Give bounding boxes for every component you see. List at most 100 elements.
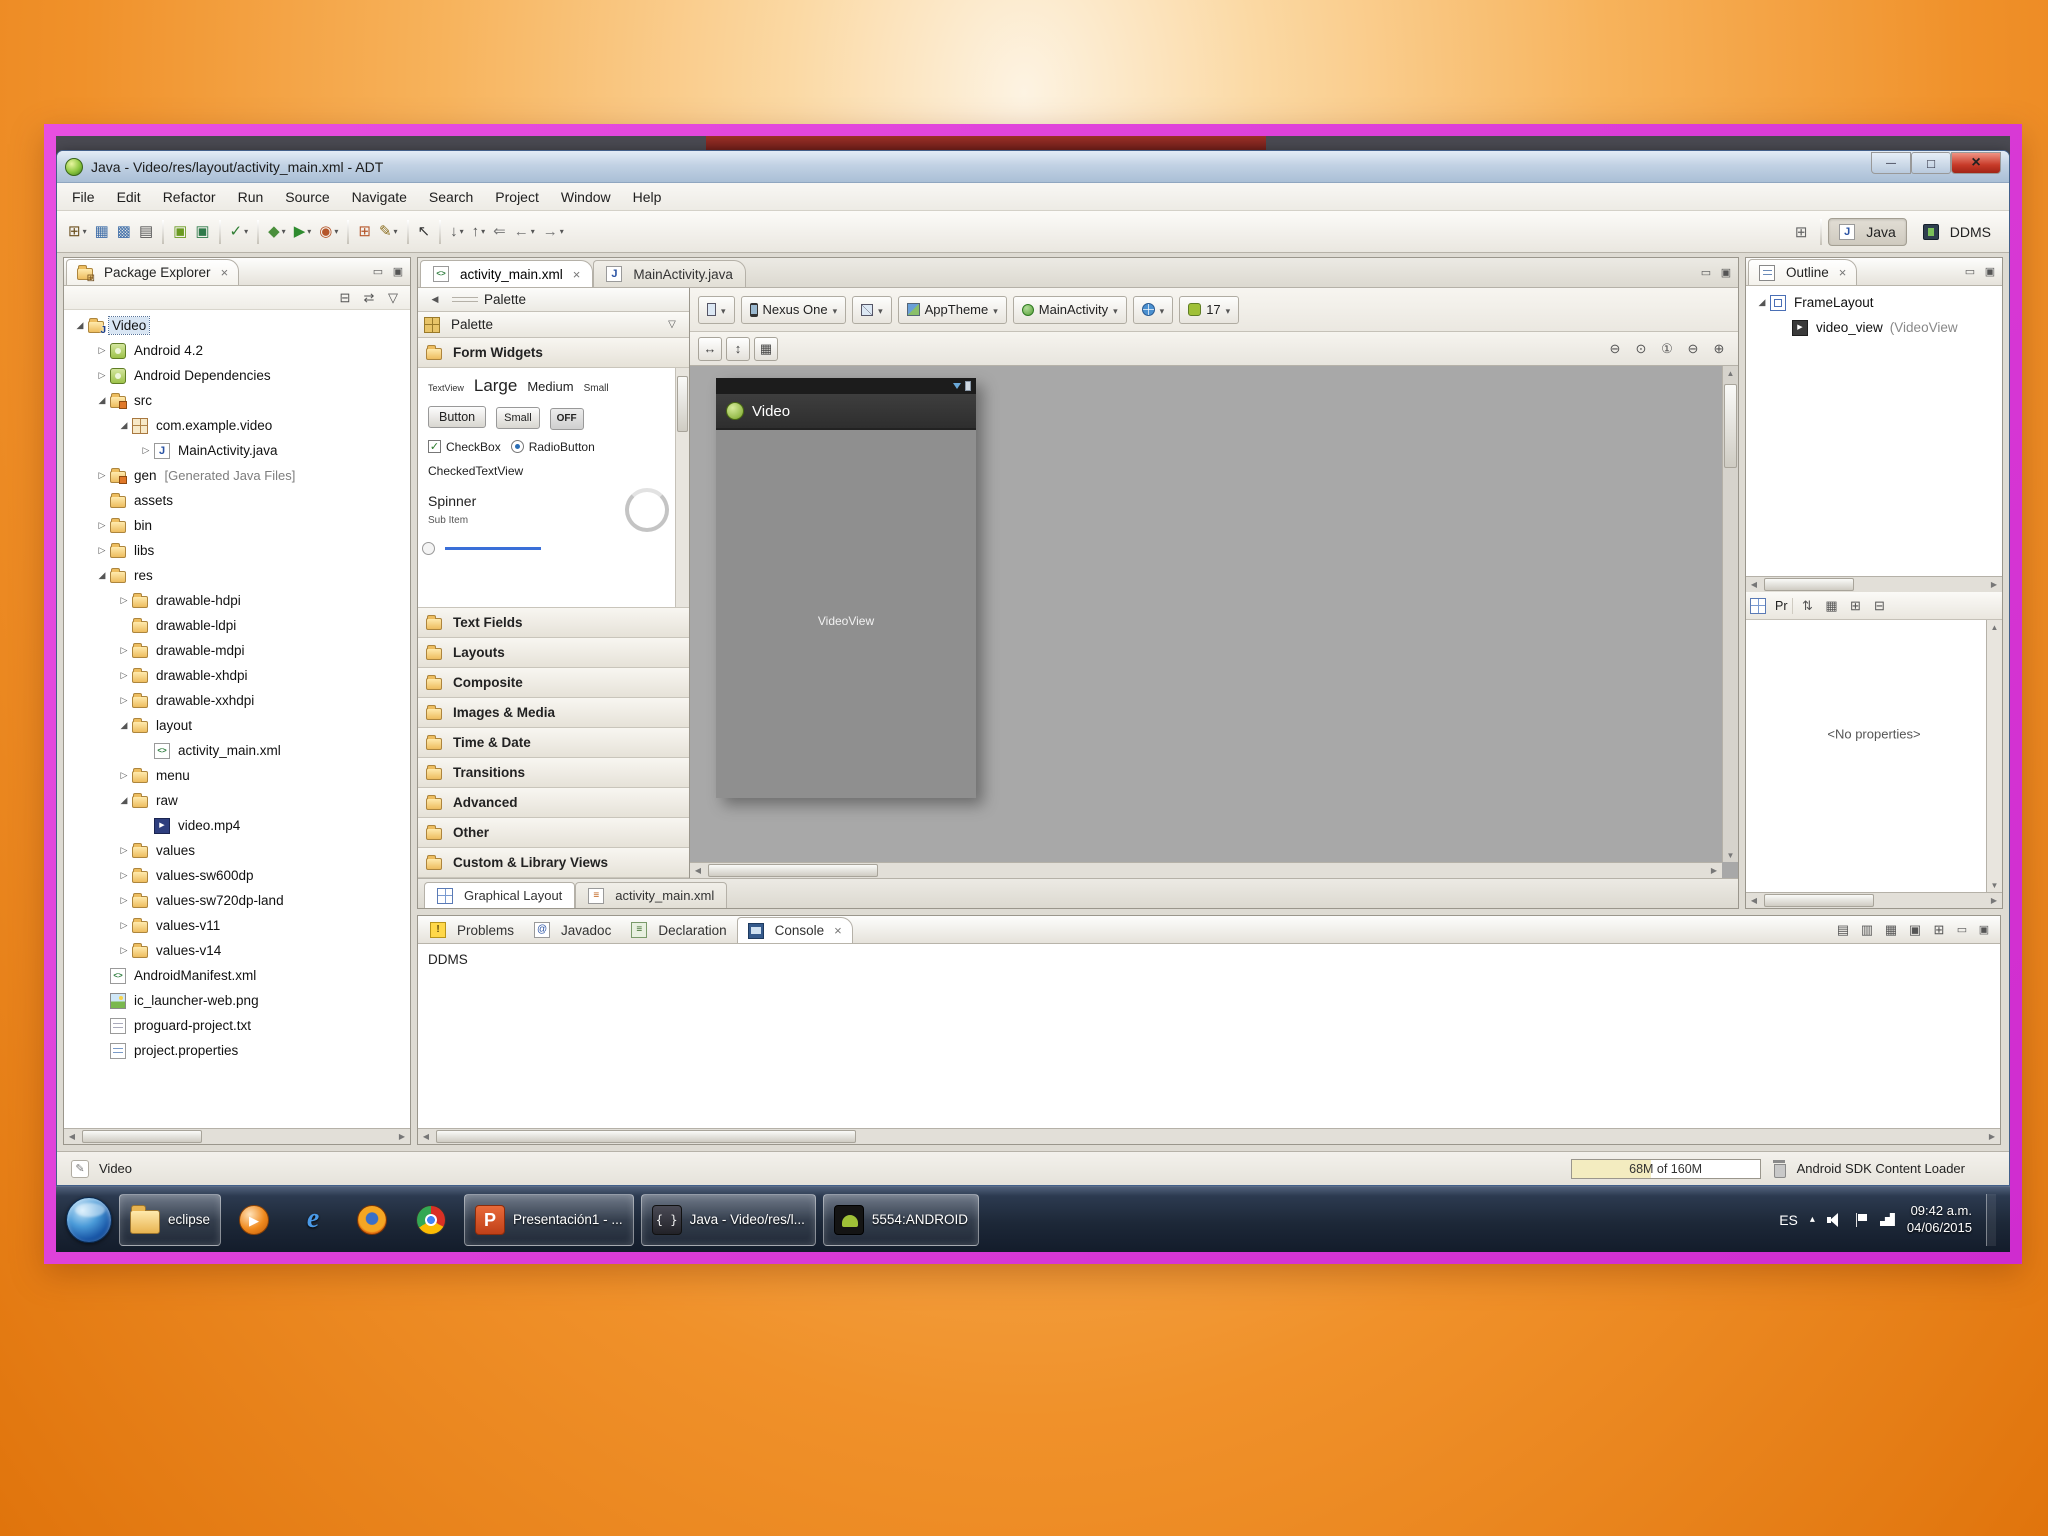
window-titlebar[interactable]: Java - Video/res/layout/activity_main.xm…: [57, 151, 2009, 183]
close-view-icon[interactable]: [217, 265, 229, 280]
twistie-icon[interactable]: ◢: [94, 395, 110, 406]
expand-all-icon[interactable]: ⊞: [1845, 595, 1867, 617]
zoom-100-icon[interactable]: ①: [1656, 338, 1678, 360]
verify-icon[interactable]: ✓: [227, 219, 252, 245]
tree-item[interactable]: ◢ src: [64, 388, 410, 413]
open-task-icon[interactable]: ✎: [376, 219, 401, 245]
volume-icon[interactable]: [1827, 1213, 1844, 1227]
tab-activity-main-xml[interactable]: activity_main.xml: [420, 260, 593, 287]
canvas-vscrollbar[interactable]: [1722, 366, 1738, 862]
theme-selector[interactable]: AppTheme: [898, 296, 1007, 324]
expand-canvas-icon[interactable]: ⊕: [1708, 338, 1730, 360]
zoom-fit-icon[interactable]: ⊙: [1630, 338, 1652, 360]
taskbar-chrome[interactable]: [405, 1194, 457, 1246]
minimize-view-icon[interactable]: [1952, 923, 1972, 936]
palette-category[interactable]: Composite: [418, 668, 689, 698]
design-canvas[interactable]: Video VideoView: [690, 366, 1738, 878]
twistie-icon[interactable]: ◢: [116, 420, 132, 431]
maximize-view-icon[interactable]: [388, 258, 408, 285]
perspective-java-button[interactable]: Java: [1828, 218, 1907, 246]
tree-item[interactable]: ▷ values-v14: [64, 938, 410, 963]
palette-category[interactable]: Layouts: [418, 638, 689, 668]
tab-javadoc[interactable]: Javadoc: [524, 917, 621, 943]
tree-item[interactable]: ▷ values-sw600dp: [64, 863, 410, 888]
prev-annotation-icon[interactable]: ↑: [469, 219, 489, 245]
palette-textview-medium[interactable]: Medium: [527, 379, 573, 394]
network-icon[interactable]: [1880, 1213, 1895, 1226]
select-tool-icon[interactable]: ↖: [415, 219, 434, 245]
config-selector[interactable]: [698, 296, 735, 324]
tree-item[interactable]: ▷ drawable-hdpi: [64, 588, 410, 613]
api-level-selector[interactable]: 17: [1179, 296, 1239, 324]
menu-item[interactable]: Refactor: [152, 183, 227, 210]
palette-grip[interactable]: [452, 297, 478, 302]
taskbar-powerpoint[interactable]: Presentación1 - ...: [464, 1194, 634, 1246]
tree-item[interactable]: AndroidManifest.xml: [64, 963, 410, 988]
tab-graphical-layout[interactable]: Graphical Layout: [424, 882, 575, 908]
palette-sub-item[interactable]: Sub Item: [428, 515, 476, 526]
scroll-left-icon[interactable]: [690, 866, 706, 875]
tree-item[interactable]: project.properties: [64, 1038, 410, 1063]
tree-item[interactable]: proguard-project.txt: [64, 1013, 410, 1038]
twistie-icon[interactable]: ▷: [116, 920, 132, 931]
taskbar-wmp[interactable]: [228, 1194, 280, 1246]
tree-item[interactable]: ▷ MainActivity.java: [64, 438, 410, 463]
tab-declaration[interactable]: Declaration: [621, 917, 736, 943]
tree-item[interactable]: ▷ values: [64, 838, 410, 863]
last-edit-location-icon[interactable]: ⇐: [490, 219, 509, 245]
tree-item[interactable]: ▷ values-v11: [64, 913, 410, 938]
heap-status[interactable]: 68M of 160M: [1571, 1159, 1761, 1179]
run-garbage-collector-icon[interactable]: [1771, 1159, 1787, 1178]
twistie-icon[interactable]: ▷: [94, 545, 110, 556]
scroll-right-icon[interactable]: [1706, 866, 1722, 875]
close-tab-icon[interactable]: [569, 267, 581, 282]
forward-icon[interactable]: →: [540, 219, 567, 245]
sdk-manager-icon[interactable]: ▣: [170, 219, 190, 245]
language-indicator[interactable]: ES: [1779, 1212, 1798, 1228]
tree-item[interactable]: ▷ gen [Generated Java Files]: [64, 463, 410, 488]
new-java-project-icon[interactable]: ⊞: [355, 219, 374, 245]
perspective-ddms-button[interactable]: DDMS: [1913, 218, 2001, 246]
outline-tree-item[interactable]: ◢ FrameLayout: [1746, 290, 2002, 315]
action-center-icon[interactable]: [1856, 1213, 1868, 1227]
twistie-icon[interactable]: ◢: [116, 720, 132, 731]
twistie-icon[interactable]: ▷: [116, 695, 132, 706]
palette-category[interactable]: Text Fields: [418, 608, 689, 638]
palette-progressbar-horizontal[interactable]: [445, 547, 541, 550]
twistie-icon[interactable]: ▷: [116, 895, 132, 906]
menu-item[interactable]: Source: [274, 183, 340, 210]
close-tab-icon[interactable]: [830, 923, 842, 938]
tab-mainactivity-java[interactable]: MainActivity.java: [593, 260, 746, 287]
fit-width-icon[interactable]: ↔: [698, 337, 722, 361]
link-with-editor-icon[interactable]: ⇄: [358, 287, 380, 309]
palette-category[interactable]: Time & Date: [418, 728, 689, 758]
twistie-icon[interactable]: ▷: [94, 520, 110, 531]
canvas-hscrollbar[interactable]: [690, 862, 1722, 878]
show-desktop-button[interactable]: [1986, 1194, 1996, 1246]
twistie-icon[interactable]: ▷: [116, 845, 132, 856]
palette-category[interactable]: Other: [418, 818, 689, 848]
palette-toggle-button[interactable]: OFF: [550, 408, 584, 430]
tree-item[interactable]: ▷ drawable-xxhdpi: [64, 688, 410, 713]
palette-category[interactable]: Images & Media: [418, 698, 689, 728]
tree-item[interactable]: ▷ menu: [64, 763, 410, 788]
menu-item[interactable]: Window: [550, 183, 622, 210]
scroll-right-icon[interactable]: [1986, 580, 2002, 589]
tree-item[interactable]: ▷ libs: [64, 538, 410, 563]
scroll-right-icon[interactable]: [1984, 1132, 2000, 1141]
palette-textview[interactable]: TextView: [428, 383, 464, 393]
separator-1[interactable]: [162, 220, 164, 244]
show-hidden-icons[interactable]: [1810, 1214, 1815, 1225]
palette-category[interactable]: Transitions: [418, 758, 689, 788]
separator-3[interactable]: [257, 220, 259, 244]
tree-item[interactable]: video.mp4: [64, 813, 410, 838]
twistie-icon[interactable]: ▷: [116, 645, 132, 656]
package-explorer-hscrollbar[interactable]: [64, 1128, 410, 1144]
tree-item[interactable]: ▷ drawable-xhdpi: [64, 663, 410, 688]
videoview-widget[interactable]: VideoView: [818, 614, 874, 628]
tree-item[interactable]: ◢ com.example.video: [64, 413, 410, 438]
scroll-right-icon[interactable]: [394, 1132, 410, 1141]
tree-item[interactable]: ▷ Android 4.2: [64, 338, 410, 363]
collapse-all-icon[interactable]: ⊟: [1869, 595, 1891, 617]
tab-console[interactable]: Console: [737, 917, 853, 943]
